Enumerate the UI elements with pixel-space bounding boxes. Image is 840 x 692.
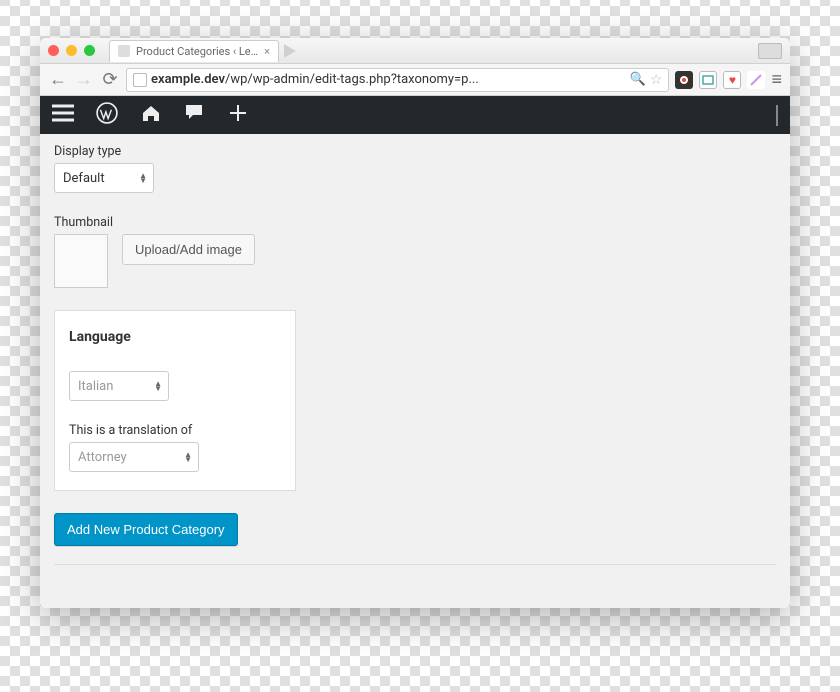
add-category-button[interactable]: Add New Product Category [54, 513, 238, 546]
maximize-window-icon[interactable] [84, 45, 95, 56]
user-icon[interactable] [758, 43, 782, 59]
language-panel: Language Italian ▲▼ This is a translatio… [54, 310, 296, 491]
address-bar[interactable]: example.dev/wp/wp-admin/edit-tags.php?ta… [126, 68, 669, 92]
site-info-icon[interactable] [133, 73, 147, 87]
new-tab-icon[interactable] [284, 44, 296, 58]
display-type-select[interactable]: Default ▲▼ [54, 163, 154, 193]
translation-of-select[interactable]: Attorney ▲▼ [69, 442, 199, 472]
extension-icon[interactable] [699, 71, 717, 89]
tab-title: Product Categories ‹ Legal [136, 45, 258, 58]
titlebar: Product Categories ‹ Legal × [40, 38, 790, 64]
select-value: Attorney [78, 450, 127, 465]
wp-admin-bar [40, 96, 790, 134]
display-type-field: Display type Default ▲▼ [54, 144, 776, 193]
hamburger-icon[interactable] [52, 104, 74, 126]
language-select[interactable]: Italian ▲▼ [69, 371, 169, 401]
upload-image-button[interactable]: Upload/Add image [122, 234, 255, 265]
close-tab-icon[interactable]: × [264, 45, 270, 58]
forward-icon: → [74, 69, 94, 90]
search-icon[interactable]: 🔍 [630, 72, 646, 87]
divider [54, 564, 776, 565]
select-caret-icon: ▲▼ [184, 452, 192, 462]
url-text: example.dev/wp/wp-admin/edit-tags.php?ta… [151, 72, 626, 87]
menu-icon[interactable]: ≡ [771, 69, 782, 90]
display-type-label: Display type [54, 144, 776, 159]
browser-toolbar: ← → ⟳ example.dev/wp/wp-admin/edit-tags.… [40, 64, 790, 96]
thumbnail-label: Thumbnail [54, 215, 776, 230]
translation-of-label: This is a translation of [69, 423, 281, 438]
extension-icon[interactable] [747, 71, 765, 89]
home-icon[interactable] [140, 103, 162, 127]
select-value: Default [63, 171, 105, 186]
extension-icon[interactable] [675, 71, 693, 89]
wordpress-icon[interactable] [96, 102, 118, 128]
select-caret-icon: ▲▼ [139, 173, 147, 183]
content-area: Display type Default ▲▼ Thumbnail Upload… [40, 134, 790, 608]
reload-icon[interactable]: ⟳ [100, 69, 120, 90]
add-new-icon[interactable] [228, 103, 248, 127]
back-icon[interactable]: ← [48, 69, 68, 90]
comment-icon[interactable] [184, 103, 206, 127]
thumbnail-field: Thumbnail Upload/Add image [54, 215, 776, 288]
language-panel-title: Language [69, 329, 281, 345]
browser-tab[interactable]: Product Categories ‹ Legal × [109, 40, 279, 62]
select-caret-icon: ▲▼ [154, 381, 162, 391]
extension-icon[interactable]: ♥ [723, 71, 741, 89]
close-window-icon[interactable] [48, 45, 59, 56]
profile-avatar[interactable] [776, 106, 778, 125]
favicon-icon [118, 45, 130, 57]
window-controls [48, 45, 95, 56]
thumbnail-preview [54, 234, 108, 288]
bookmark-icon[interactable]: ☆ [650, 72, 663, 88]
select-value: Italian [78, 379, 113, 394]
minimize-window-icon[interactable] [66, 45, 77, 56]
browser-window: Product Categories ‹ Legal × ← → ⟳ examp… [40, 38, 790, 608]
